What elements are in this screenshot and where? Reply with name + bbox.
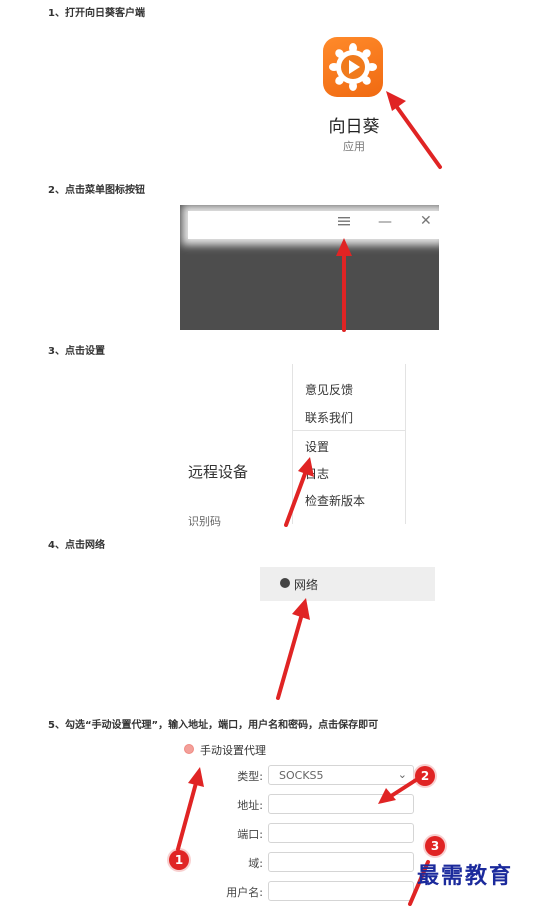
watermark-text: 最需教育 [417, 863, 514, 889]
badge-3: 3 [425, 836, 445, 856]
remote-devices-label: 远程设备 [188, 463, 249, 481]
hamburger-menu-icon[interactable] [338, 215, 350, 231]
badge-1: 1 [169, 850, 189, 870]
manual-proxy-radio[interactable] [184, 744, 194, 754]
address-label: 地址: [237, 799, 263, 812]
step-5-title: 5、勾选“手动设置代理”，输入地址，端口，用户名和密码，点击保存即可 [48, 720, 379, 731]
pointer-arrow-icon [272, 596, 312, 700]
close-icon[interactable]: ✕ [420, 213, 432, 229]
username-input[interactable] [268, 881, 414, 901]
pointer-arrow-icon [280, 455, 316, 527]
manual-proxy-label[interactable]: 手动设置代理 [200, 742, 266, 758]
network-tab-label[interactable]: 网络 [294, 576, 318, 593]
proxy-type-value: SOCKS5 [279, 769, 324, 782]
step-1-title: 1、打开向日葵客户端 [48, 8, 145, 19]
pointer-arrow-icon [332, 236, 356, 332]
type-label: 类型: [237, 770, 263, 783]
identification-code-label: 识别码 [188, 515, 221, 528]
pointer-arrow-icon [172, 765, 208, 853]
pointer-arrow-icon [380, 85, 450, 175]
step-4-title: 4、点击网络 [48, 540, 105, 551]
sunflower-play-icon [329, 43, 377, 91]
username-label: 用户名: [226, 886, 263, 899]
port-input[interactable] [268, 823, 414, 843]
domain-label: 域: [248, 857, 263, 870]
menu-item-settings[interactable]: 设置 [305, 438, 329, 455]
menu-item-contact[interactable]: 联系我们 [305, 409, 353, 426]
client-titlebar: — ✕ [188, 211, 439, 239]
step-3-title: 3、点击设置 [48, 346, 105, 357]
sunlogin-app-icon[interactable] [323, 37, 383, 97]
port-label: 端口: [237, 828, 263, 841]
domain-input[interactable] [268, 852, 414, 872]
menu-divider [293, 430, 405, 431]
minimize-icon[interactable]: — [378, 214, 392, 230]
globe-icon [280, 578, 290, 588]
step-2-title: 2、点击菜单图标按钮 [48, 185, 145, 196]
menu-item-feedback[interactable]: 意见反馈 [305, 381, 353, 398]
pointer-arrow-icon [376, 774, 422, 806]
